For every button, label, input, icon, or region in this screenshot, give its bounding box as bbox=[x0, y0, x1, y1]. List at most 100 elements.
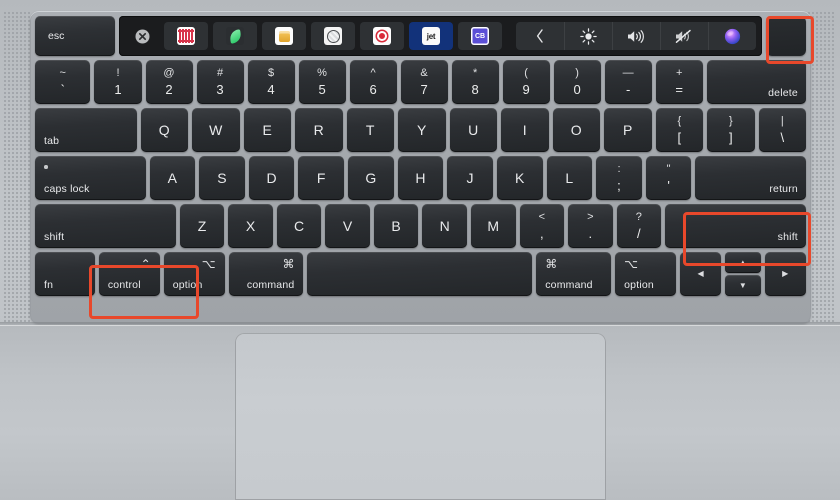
key-left-bracket[interactable]: { [ bbox=[655, 108, 704, 152]
key-k[interactable]: K bbox=[496, 156, 543, 200]
key-c[interactable]: C bbox=[276, 204, 322, 248]
trackpad[interactable] bbox=[235, 333, 606, 500]
tab-key[interactable]: tab bbox=[35, 108, 137, 152]
arrow-up-key[interactable]: ▲ bbox=[725, 252, 761, 273]
arrow-right-key[interactable]: ▶ bbox=[764, 252, 806, 296]
touch-id-power-key[interactable] bbox=[766, 16, 806, 56]
key-legend-bottom: ] bbox=[728, 130, 733, 145]
key-u[interactable]: U bbox=[449, 108, 498, 152]
key-legend-bottom: = bbox=[675, 82, 683, 97]
key-s[interactable]: S bbox=[199, 156, 245, 200]
jet-app-icon[interactable]: jet bbox=[409, 22, 453, 50]
key-f[interactable]: F bbox=[298, 156, 345, 200]
key-0[interactable]: ) 0 bbox=[553, 60, 601, 104]
green-leaf-app-icon[interactable] bbox=[213, 22, 257, 50]
key-j[interactable]: J bbox=[447, 156, 493, 200]
key-n[interactable]: N bbox=[422, 204, 467, 248]
arrow-down-key[interactable]: ▼ bbox=[725, 275, 761, 296]
key-a[interactable]: A bbox=[149, 156, 196, 200]
return-key[interactable]: return bbox=[695, 156, 806, 200]
right-shift-key[interactable]: shift bbox=[665, 204, 806, 248]
key-equals[interactable]: + = bbox=[655, 60, 703, 104]
key-backtick[interactable]: ~ ` bbox=[35, 60, 91, 104]
key-8[interactable]: * 8 bbox=[451, 60, 499, 104]
key-6[interactable]: ^ 6 bbox=[349, 60, 397, 104]
touch-bar-strip[interactable]: jet CB bbox=[119, 16, 762, 56]
key-l[interactable]: L bbox=[546, 156, 593, 200]
arrow-up-icon: ▲ bbox=[738, 257, 748, 267]
command-glyph-icon: ⌘ bbox=[545, 257, 558, 271]
number-row: ~ ` ! 1 @ 2 # 3 $ 4 % 5 ^ 6 & 7 * 8 (9 … bbox=[35, 60, 806, 104]
key-y[interactable]: Y bbox=[398, 108, 446, 152]
chevron-left-icon[interactable] bbox=[516, 22, 564, 50]
right-option-key[interactable]: ⌥ option bbox=[615, 252, 676, 296]
key-b[interactable]: B bbox=[373, 204, 419, 248]
key-backslash[interactable]: | \ bbox=[758, 108, 807, 152]
red-record-app-icon[interactable] bbox=[360, 22, 404, 50]
space-key[interactable] bbox=[307, 252, 533, 296]
key-4[interactable]: $ 4 bbox=[247, 60, 295, 104]
brightness-icon[interactable] bbox=[564, 22, 612, 50]
shift-row: shift Z X C V B N M < , > . ? / shift bbox=[35, 204, 806, 248]
key-legend-top: ^ bbox=[370, 67, 376, 79]
key-o[interactable]: O bbox=[552, 108, 601, 152]
key-comma[interactable]: < , bbox=[519, 204, 565, 248]
key-x[interactable]: X bbox=[228, 204, 273, 248]
control-glyph-icon: ⌃ bbox=[140, 257, 151, 271]
cb-app-icon[interactable]: CB bbox=[458, 22, 502, 50]
volume-mute-icon[interactable] bbox=[660, 22, 708, 50]
key-q[interactable]: Q bbox=[140, 108, 189, 152]
music-grid-app-icon[interactable] bbox=[164, 22, 208, 50]
key-v[interactable]: V bbox=[325, 204, 370, 248]
key-r[interactable]: R bbox=[295, 108, 343, 152]
circle-x-icon[interactable] bbox=[125, 22, 159, 50]
key-p[interactable]: P bbox=[604, 108, 652, 152]
key-period[interactable]: > . bbox=[568, 204, 613, 248]
key-t[interactable]: T bbox=[346, 108, 395, 152]
key-legend-top: | bbox=[780, 115, 784, 127]
left-option-key[interactable]: ⌥ option bbox=[163, 252, 225, 296]
key-m[interactable]: M bbox=[471, 204, 516, 248]
key-i[interactable]: I bbox=[501, 108, 549, 152]
key-7[interactable]: & 7 bbox=[400, 60, 448, 104]
left-shift-key[interactable]: shift bbox=[35, 204, 176, 248]
key-legend-bottom: 9 bbox=[522, 82, 530, 97]
left-command-key-label: command bbox=[246, 278, 295, 291]
key-h[interactable]: H bbox=[397, 156, 444, 200]
key-2[interactable]: @ 2 bbox=[145, 60, 193, 104]
key-d[interactable]: D bbox=[248, 156, 295, 200]
yellow-box-app-icon[interactable] bbox=[262, 22, 306, 50]
gray-badge-app-icon[interactable] bbox=[311, 22, 355, 50]
key-legend-top: + bbox=[675, 67, 683, 79]
key-legend-top: > bbox=[587, 211, 594, 223]
left-control-key[interactable]: ⌃ control bbox=[98, 252, 160, 296]
key-quote[interactable]: " ' bbox=[645, 156, 692, 200]
key-right-bracket[interactable]: } ] bbox=[707, 108, 755, 152]
key-legend-bottom: , bbox=[539, 226, 544, 241]
key-1[interactable]: ! 1 bbox=[94, 60, 142, 104]
arrow-left-key[interactable]: ◀ bbox=[679, 252, 722, 296]
volume-up-icon[interactable] bbox=[612, 22, 660, 50]
key-9[interactable]: ( 9 bbox=[502, 60, 550, 104]
key-legend-top: ) bbox=[575, 67, 579, 79]
esc-key[interactable]: esc bbox=[35, 16, 115, 56]
key-legend-bottom: 7 bbox=[420, 82, 428, 97]
key-5[interactable]: % 5 bbox=[298, 60, 346, 104]
fn-key[interactable]: fn bbox=[35, 252, 95, 296]
key-w[interactable]: W bbox=[192, 108, 240, 152]
key-legend-top: ~ bbox=[59, 67, 66, 79]
left-command-key[interactable]: ⌘ command bbox=[228, 252, 304, 296]
right-command-key[interactable]: ⌘ command bbox=[536, 252, 612, 296]
arrow-down-icon: ▼ bbox=[738, 280, 748, 290]
siri-icon[interactable] bbox=[708, 22, 756, 50]
delete-key[interactable]: delete bbox=[706, 60, 806, 104]
key-slash[interactable]: ? / bbox=[616, 204, 662, 248]
caps-lock-key[interactable]: caps lock bbox=[35, 156, 146, 200]
key-z[interactable]: Z bbox=[179, 204, 225, 248]
key-minus[interactable]: — - bbox=[604, 60, 652, 104]
key-3[interactable]: # 3 bbox=[196, 60, 244, 104]
key-g[interactable]: G bbox=[348, 156, 394, 200]
key-e[interactable]: E bbox=[243, 108, 292, 152]
key-semicolon[interactable]: : ; bbox=[596, 156, 642, 200]
fn-key-label: fn bbox=[44, 278, 54, 291]
